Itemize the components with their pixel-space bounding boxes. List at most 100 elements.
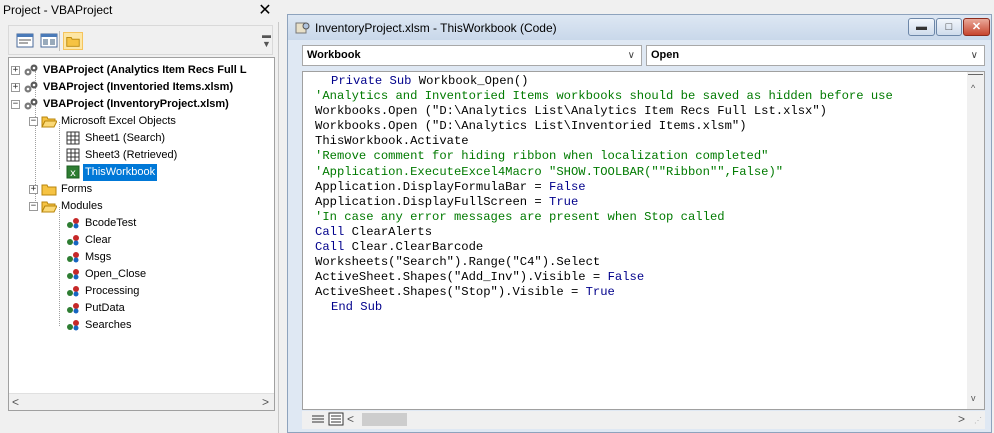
object-dropdown[interactable]: Workbook ∨ xyxy=(302,45,642,66)
expand-icon[interactable]: + xyxy=(11,66,20,75)
vba-project-icon xyxy=(23,80,39,94)
procedure-view-icon[interactable] xyxy=(310,412,326,426)
vba-project-icon xyxy=(23,63,39,77)
scroll-left-icon[interactable]: < xyxy=(12,395,19,409)
code-editor[interactable]: Private Sub Workbook_Open() 'Analytics an… xyxy=(302,71,985,410)
code-line[interactable]: ActiveSheet.Shapes("Stop").Visible = Tru… xyxy=(315,285,893,300)
code-line[interactable]: 'Analytics and Inventoried Items workboo… xyxy=(315,89,893,104)
code-token: Workbook_Open() xyxy=(418,74,529,88)
code-line[interactable]: Application.DisplayFullScreen = True xyxy=(315,195,893,210)
module-icon xyxy=(65,301,81,315)
code-line[interactable]: 'In case any error messages are present … xyxy=(315,210,893,225)
keyword-token: False xyxy=(607,270,645,285)
scroll-thumb[interactable] xyxy=(968,74,983,75)
tree-item-label: PutData xyxy=(85,302,125,314)
tree-item-label: Searches xyxy=(85,319,132,331)
tree-item-label: VBAProject (Analytics Item Recs Full L xyxy=(43,64,247,76)
code-token: ThisWorkbook.Activate xyxy=(315,134,469,149)
collapse-icon[interactable]: − xyxy=(11,100,20,109)
code-line[interactable]: Workbooks.Open ("D:\Analytics List\Inven… xyxy=(315,119,893,134)
view-object-icon[interactable] xyxy=(39,32,59,50)
module-icon xyxy=(65,233,81,247)
vba-app-icon xyxy=(295,22,310,34)
folder-icon xyxy=(41,182,57,196)
project-explorer-title: Project - VBAProject xyxy=(3,3,113,17)
workbook-icon: x xyxy=(65,165,81,179)
chevron-down-icon: ∨ xyxy=(627,50,635,61)
code-window-title: InventoryProject.xlsm - ThisWorkbook (Co… xyxy=(315,21,557,35)
tree-item-label: Clear xyxy=(85,234,112,246)
code-line[interactable]: End Sub xyxy=(315,300,893,315)
procedure-dropdown-value: Open xyxy=(651,49,680,61)
module-icon xyxy=(65,250,81,264)
code-vertical-scrollbar[interactable]: ^ v xyxy=(967,72,984,409)
code-token: ClearAlerts xyxy=(351,224,433,239)
toolbar-overflow-icon[interactable]: ▬ ▼ xyxy=(262,31,271,51)
code-token: Worksheets("Search").Range("C4").Select xyxy=(315,255,601,270)
scroll-right-icon[interactable]: > xyxy=(958,412,965,426)
code-line[interactable]: 'Remove comment for hiding ribbon when l… xyxy=(315,149,893,164)
view-code-icon[interactable] xyxy=(15,32,35,50)
close-icon[interactable]: ✕ xyxy=(257,2,273,18)
keyword-token: Call xyxy=(315,240,352,255)
collapse-icon[interactable]: − xyxy=(29,202,38,211)
scroll-right-icon[interactable]: > xyxy=(262,395,269,409)
tree-item-label: Open_Close xyxy=(85,268,147,280)
expand-icon[interactable]: + xyxy=(29,185,38,194)
scroll-up-icon[interactable]: ^ xyxy=(971,83,975,93)
tree-item-label: Msgs xyxy=(85,251,112,263)
code-token: ActiveSheet.Shapes("Add_Inv").Visible = xyxy=(315,270,608,285)
code-line[interactable]: Workbooks.Open ("D:\Analytics List\Analy… xyxy=(315,104,893,119)
code-token: Application.DisplayFullScreen = xyxy=(315,194,550,209)
code-line[interactable]: ActiveSheet.Shapes("Add_Inv").Visible = … xyxy=(315,270,893,285)
code-window-titlebar[interactable]: InventoryProject.xlsm - ThisWorkbook (Co… xyxy=(288,15,991,40)
keyword-token: Call xyxy=(315,224,352,239)
vba-project-icon xyxy=(23,97,39,111)
code-line[interactable]: Call Clear.ClearBarcode xyxy=(315,240,893,255)
code-text[interactable]: Private Sub Workbook_Open() 'Analytics an… xyxy=(315,74,893,316)
code-line[interactable]: Application.DisplayFormulaBar = False xyxy=(315,180,893,195)
toolbar-separator xyxy=(59,31,60,51)
comment-token: 'Remove comment for hiding ribbon when l… xyxy=(315,149,769,164)
toggle-folders-icon[interactable] xyxy=(63,32,83,50)
tree-item-label: Sheet1 (Search) xyxy=(85,132,166,144)
code-line[interactable]: Call ClearAlerts xyxy=(315,225,893,240)
tree-item-label: Modules xyxy=(61,200,103,212)
minimize-button[interactable]: ▬ xyxy=(908,18,935,36)
procedure-dropdown[interactable]: Open ∨ xyxy=(646,45,985,66)
tree-connector-line xyxy=(59,207,60,326)
project-explorer-titlebar[interactable]: Project - VBAProject ✕ xyxy=(0,0,279,22)
keyword-token: True xyxy=(549,194,579,209)
folder-open-icon xyxy=(41,114,58,128)
code-window: InventoryProject.xlsm - ThisWorkbook (Co… xyxy=(287,14,992,433)
chevron-down-icon: ∨ xyxy=(970,50,978,61)
project-toolbar: ▬ ▼ xyxy=(8,25,273,55)
tree-item-label: VBAProject (InventoryProject.xlsm) xyxy=(43,98,229,110)
tree-item-label: ThisWorkbook xyxy=(83,164,158,181)
close-button[interactable]: ✕ xyxy=(963,18,990,36)
scroll-left-icon[interactable]: < xyxy=(347,412,354,426)
tree-item-label: Microsoft Excel Objects xyxy=(61,115,176,127)
object-dropdown-value: Workbook xyxy=(307,49,361,61)
code-line[interactable]: ThisWorkbook.Activate xyxy=(315,134,893,149)
maximize-button[interactable]: □ xyxy=(936,18,962,36)
tree-item-label: Forms xyxy=(61,183,93,195)
code-token: Clear.ClearBarcode xyxy=(351,240,484,255)
keyword-token: End Sub xyxy=(331,300,383,315)
horizontal-scroll-thumb[interactable] xyxy=(362,413,407,426)
scroll-down-icon[interactable]: v xyxy=(971,393,976,403)
code-line[interactable]: 'Application.ExecuteExcel4Macro "SHOW.TO… xyxy=(315,165,893,180)
resize-grip-icon[interactable]: ⋰ xyxy=(974,416,982,425)
full-module-view-icon[interactable] xyxy=(328,412,344,426)
tree-item-label: Processing xyxy=(85,285,140,297)
keyword-token: True xyxy=(585,285,615,300)
svg-text:x: x xyxy=(70,168,76,179)
expand-icon[interactable]: + xyxy=(11,83,20,92)
code-line[interactable]: Private Sub Workbook_Open() xyxy=(315,74,893,89)
module-icon xyxy=(65,284,81,298)
collapse-icon[interactable]: − xyxy=(29,117,38,126)
keyword-token: Private Sub xyxy=(331,74,419,88)
code-bottom-bar: < > ⋰ xyxy=(302,411,985,429)
tree-horizontal-scrollbar[interactable]: < > xyxy=(9,393,274,410)
code-line[interactable]: Worksheets("Search").Range("C4").Select xyxy=(315,255,893,270)
